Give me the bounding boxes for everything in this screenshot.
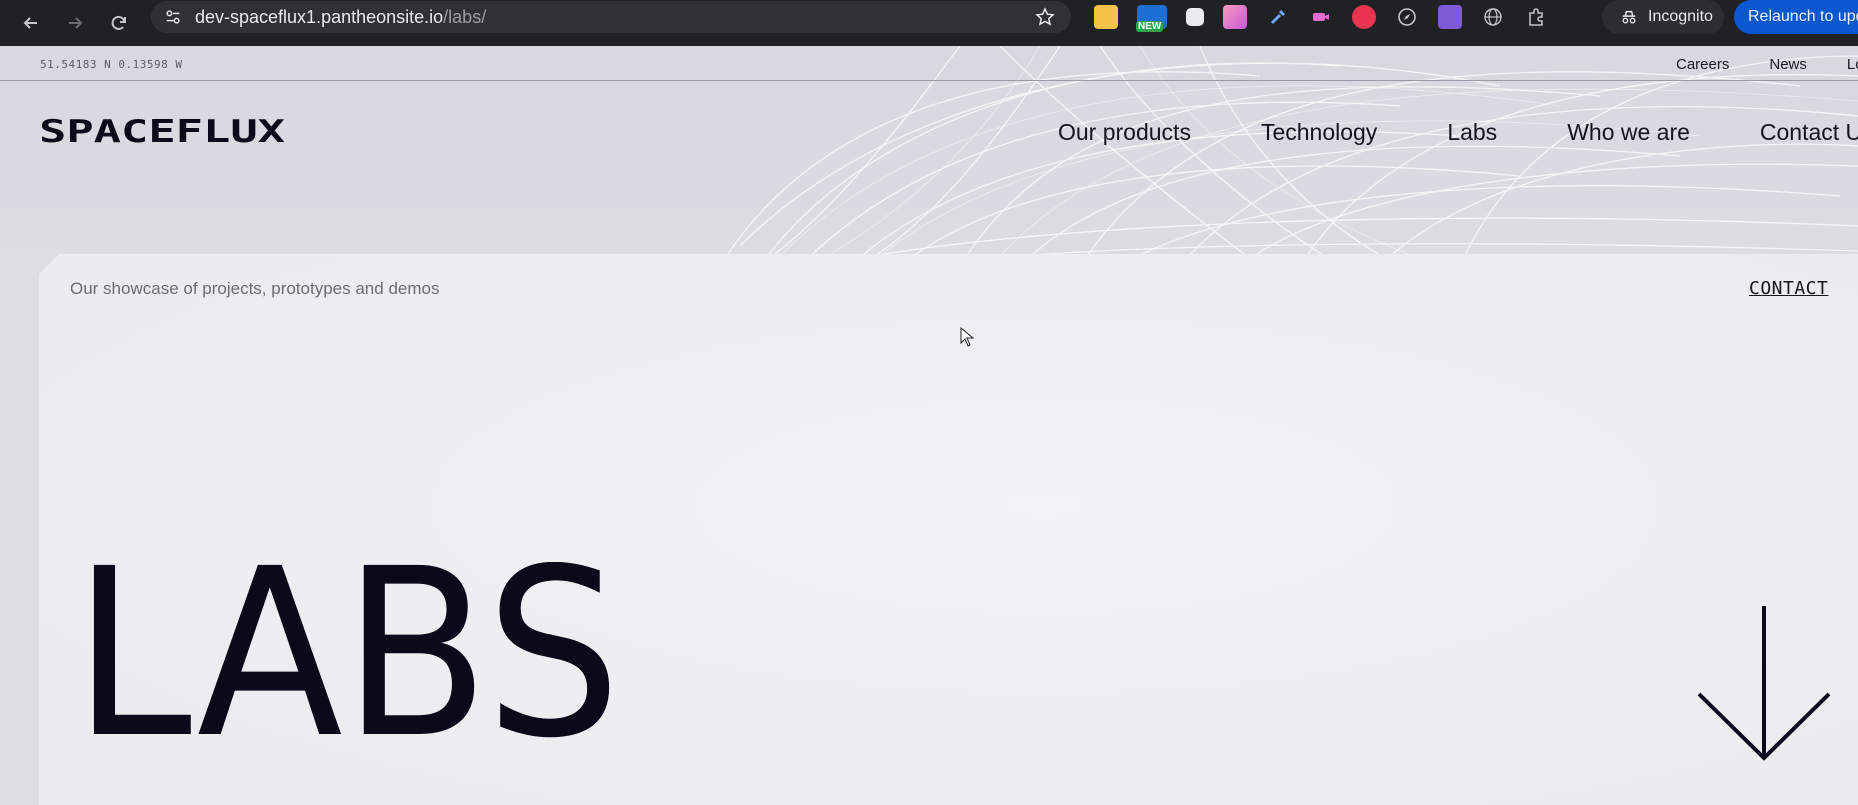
utility-links: Careers News Login: [1676, 56, 1858, 73]
utility-bar: 51.54183 N 0.13598 W Careers News Login: [0, 46, 1858, 81]
nav-our-products[interactable]: Our products: [1058, 119, 1191, 146]
arrow-right-icon: [69, 17, 83, 29]
nav-technology[interactable]: Technology: [1261, 119, 1377, 146]
login-link[interactable]: Login: [1847, 56, 1858, 73]
arrow-left-icon: [23, 17, 37, 29]
main-navigation: Our products Technology Labs Who we are …: [1058, 119, 1858, 146]
new-extension-icon[interactable]: NEW: [1136, 5, 1167, 32]
hero-card: Our showcase of projects, prototypes and…: [39, 254, 1858, 805]
spaceflux-logo[interactable]: SPACEFLUX: [39, 116, 285, 148]
site-info-icon[interactable]: [163, 7, 183, 27]
extensions-row: NEW: [1094, 4, 1548, 32]
back-button[interactable]: [16, 8, 46, 38]
reload-button[interactable]: [104, 8, 134, 38]
svg-text:SPACEFLUX: SPACEFLUX: [39, 116, 285, 148]
address-bar[interactable]: dev-spaceflux1.pantheonsite.io/labs/: [151, 1, 1071, 33]
new-badge: NEW: [1136, 21, 1164, 32]
camera-extension-icon[interactable]: [1186, 8, 1204, 26]
contact-link[interactable]: CONTACT: [1749, 278, 1828, 299]
reload-icon: [111, 15, 126, 30]
incognito-indicator[interactable]: Incognito: [1602, 0, 1724, 34]
forward-button[interactable]: [60, 8, 90, 38]
relaunch-button[interactable]: Relaunch to update: [1734, 0, 1858, 34]
news-link[interactable]: News: [1769, 56, 1807, 73]
nav-who-we-are[interactable]: Who we are: [1567, 119, 1690, 146]
search-lens-extension-icon[interactable]: [1438, 5, 1462, 29]
notes-extension-icon[interactable]: [1094, 5, 1118, 29]
incognito-label: Incognito: [1648, 8, 1713, 25]
red-circle-extension-icon[interactable]: [1352, 5, 1376, 29]
mouse-cursor-icon: [960, 327, 974, 347]
video-extension-icon[interactable]: [1309, 5, 1333, 29]
nav-contact-us[interactable]: Contact Us: [1760, 119, 1858, 146]
incognito-icon: [1622, 10, 1636, 24]
careers-link[interactable]: Careers: [1676, 56, 1729, 73]
browser-toolbar: dev-spaceflux1.pantheonsite.io/labs/ NEW…: [0, 0, 1858, 46]
compass-icon[interactable]: [1395, 5, 1419, 29]
bookmark-star-icon[interactable]: [1035, 7, 1055, 27]
hero-title: LABS: [73, 562, 621, 750]
page: 51.54183 N 0.13598 W Careers News Login …: [0, 46, 1858, 805]
svg-text:LABS: LABS: [73, 562, 621, 750]
puzzle-extensions-icon[interactable]: [1524, 5, 1548, 29]
scroll-down-arrow-icon[interactable]: [1697, 606, 1831, 762]
nav-labs[interactable]: Labs: [1447, 119, 1497, 146]
url-host: dev-spaceflux1.pantheonsite.io: [195, 6, 444, 27]
eyedropper-icon[interactable]: [1266, 5, 1290, 29]
gradient-extension-icon[interactable]: [1223, 5, 1247, 29]
url-path: /labs/: [443, 6, 487, 27]
coordinates-readout: 51.54183 N 0.13598 W: [40, 58, 183, 71]
globe-icon[interactable]: [1481, 5, 1505, 29]
hero-subtitle: Our showcase of projects, prototypes and…: [70, 279, 440, 298]
url-text: dev-spaceflux1.pantheonsite.io/labs/: [195, 7, 486, 28]
